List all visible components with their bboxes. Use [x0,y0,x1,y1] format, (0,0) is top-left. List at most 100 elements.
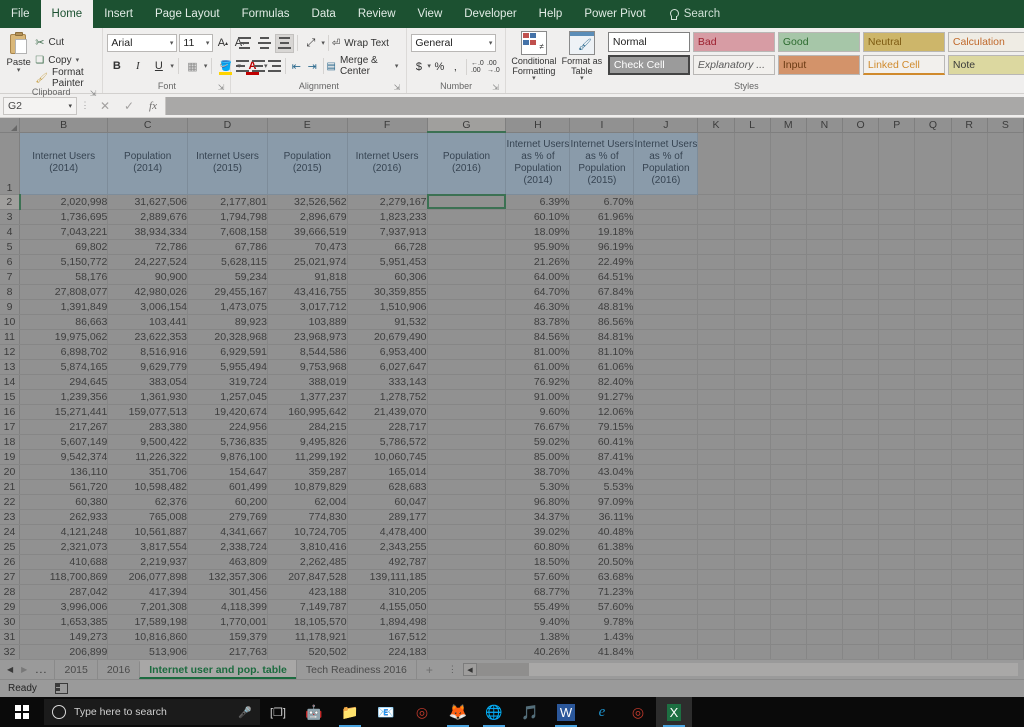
empty-cell[interactable] [987,284,1024,300]
cell-I9[interactable]: 48.81% [569,299,635,315]
cell-I12[interactable]: 81.10% [569,344,635,360]
scroll-left-button[interactable]: ◀ [462,663,477,676]
cell-D27[interactable]: 132,357,306 [187,569,268,585]
empty-cell[interactable] [806,494,844,510]
empty-cell[interactable] [697,524,735,540]
cell-E25[interactable]: 3,810,416 [267,539,348,555]
row-header-25[interactable]: 25 [0,539,20,555]
cell-D21[interactable]: 601,499 [187,479,268,495]
empty-cell[interactable] [697,284,735,300]
empty-cell[interactable] [878,524,916,540]
cell-D23[interactable]: 279,769 [187,509,268,525]
cell-I7[interactable]: 64.51% [569,269,635,285]
empty-cell[interactable] [427,629,507,645]
empty-cell[interactable] [806,464,844,480]
column-header-s[interactable]: S [987,118,1024,133]
empty-cell[interactable] [878,254,916,270]
horizontal-scrollbar[interactable]: ⋮ ◀ [442,660,1024,679]
empty-cell[interactable] [770,389,807,405]
empty-cell[interactable] [697,479,735,495]
column-header-p[interactable]: P [878,118,916,133]
empty-cell[interactable] [878,239,916,255]
empty-cell[interactable] [951,389,988,405]
cell-B15[interactable]: 1,239,356 [19,389,109,405]
cell-D8[interactable]: 29,455,167 [187,284,268,300]
empty-cell[interactable] [633,479,699,495]
sheet-overflow-ellipsis[interactable]: ... [35,664,47,676]
cell-B17[interactable]: 217,267 [19,419,109,435]
empty-cell[interactable] [734,524,771,540]
merge-center-button[interactable]: ▤ Merge & Center ▾ [326,55,402,77]
cell-I2[interactable]: 6.70% [569,194,635,210]
format-painter-button[interactable]: 🖌 Format Painter [33,67,98,89]
empty-cell[interactable] [427,554,507,570]
empty-cell[interactable] [987,254,1024,270]
row-header-7[interactable]: 7 [0,269,20,285]
empty-cell[interactable] [770,344,807,360]
cell-H3[interactable]: 60.10% [505,209,571,225]
align-top-button[interactable] [235,34,254,53]
cell-F9[interactable]: 1,510,906 [347,299,428,315]
cell-C32[interactable]: 513,906 [107,644,189,659]
cell-C19[interactable]: 11,226,322 [107,449,189,465]
paste-button[interactable]: Paste ▾ [4,30,33,74]
empty-cell[interactable] [734,614,771,630]
empty-cell[interactable] [734,359,771,375]
cell-F24[interactable]: 4,478,400 [347,524,428,540]
empty-cell[interactable] [806,284,844,300]
ribbon-tab-insert[interactable]: Insert [93,0,144,28]
empty-cell[interactable] [633,464,699,480]
empty-cell[interactable] [842,329,880,345]
cell-H10[interactable]: 83.78% [505,314,571,330]
cell-F21[interactable]: 628,683 [347,479,428,495]
empty-cell[interactable] [770,569,807,585]
empty-cell[interactable] [697,509,735,525]
column-header-j[interactable]: J [633,118,699,133]
cell-F16[interactable]: 21,439,070 [347,404,428,420]
empty-cell[interactable] [633,434,699,450]
empty-cell[interactable] [987,554,1024,570]
empty-cell[interactable] [427,314,507,330]
scrollbar-thumb[interactable] [528,663,1018,676]
empty-cell[interactable] [914,509,952,525]
cell-D22[interactable]: 60,200 [187,494,268,510]
cell-B13[interactable]: 5,874,165 [19,359,109,375]
empty-cell[interactable] [770,494,807,510]
empty-cell[interactable] [951,284,988,300]
cell-B12[interactable]: 6,898,702 [19,344,109,360]
empty-cell[interactable] [770,614,807,630]
empty-cell[interactable] [633,254,699,270]
cell-H23[interactable]: 34.37% [505,509,571,525]
empty-cell[interactable] [427,569,507,585]
empty-cell[interactable] [633,629,699,645]
empty-cell[interactable] [987,224,1024,240]
empty-cell[interactable] [951,479,988,495]
empty-cell[interactable] [770,524,807,540]
empty-cell[interactable] [914,359,952,375]
empty-cell[interactable] [951,419,988,435]
row-header-10[interactable]: 10 [0,314,20,330]
column-header-n[interactable]: N [806,118,844,133]
cell-F27[interactable]: 139,111,185 [347,569,428,585]
ribbon-tab-file[interactable]: File [0,0,41,28]
empty-cell[interactable] [842,344,880,360]
empty-cell[interactable] [697,419,735,435]
empty-cell[interactable] [951,299,988,315]
empty-cell[interactable] [987,132,1024,195]
empty-cell[interactable] [734,269,771,285]
cell-E11[interactable]: 23,968,973 [267,329,348,345]
empty-cell[interactable] [633,299,699,315]
empty-cell[interactable] [842,569,880,585]
empty-cell[interactable] [427,344,507,360]
chrome-icon[interactable]: 🌐 [476,697,512,727]
empty-cell[interactable] [914,224,952,240]
cell-D14[interactable]: 319,724 [187,374,268,390]
empty-cell[interactable] [987,449,1024,465]
cell-I21[interactable]: 5.53% [569,479,635,495]
empty-cell[interactable] [987,569,1024,585]
insert-function-icon[interactable]: fx [141,100,165,112]
cell-H14[interactable]: 76.92% [505,374,571,390]
name-box[interactable]: G2 ▾ [3,96,77,115]
empty-cell[interactable] [697,389,735,405]
row-header-19[interactable]: 19 [0,449,20,465]
